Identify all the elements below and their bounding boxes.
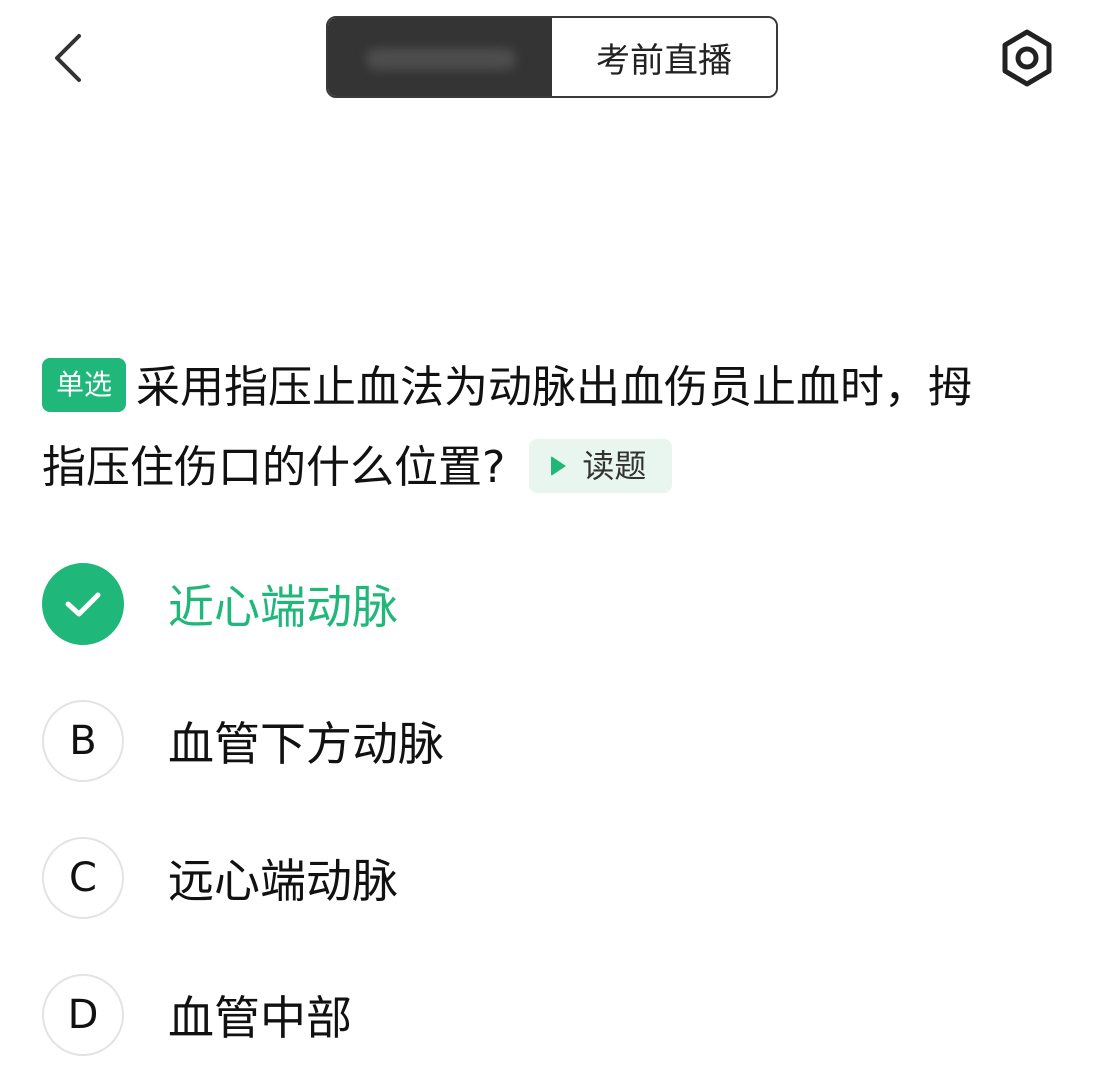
read-question-button[interactable]: 读题 [529, 439, 673, 493]
tab-obscured[interactable] [328, 18, 552, 96]
hexagon-nut-icon [1002, 29, 1052, 87]
check-icon [65, 592, 101, 617]
question-block: 单选 采用指压止血法为动脉出血伤员止血时，拇指压住伤口的什么位置? 读题 [42, 348, 1002, 508]
option-c[interactable]: C 远心端动脉 [42, 837, 398, 919]
blurred-text [366, 48, 516, 70]
option-a-marker [42, 563, 124, 645]
question-type-badge: 单选 [42, 358, 127, 412]
tab-live-stream-label: 考前直播 [596, 40, 732, 81]
option-b-marker: B [42, 700, 124, 782]
question-text: 采用指压止血法为动脉出血伤员止血时，拇指压住伤口的什么位置? [42, 362, 973, 493]
option-b[interactable]: B 血管下方动脉 [42, 700, 444, 782]
play-icon [551, 456, 567, 476]
read-question-label: 读题 [582, 447, 647, 485]
option-c-marker: C [42, 837, 124, 919]
settings-button[interactable] [996, 26, 1058, 90]
option-a[interactable]: 近心端动脉 [42, 563, 398, 645]
option-c-text: 远心端动脉 [168, 854, 398, 908]
option-d-marker: D [42, 974, 124, 1056]
option-a-text: 近心端动脉 [168, 580, 398, 634]
tab-live-stream[interactable]: 考前直播 [552, 18, 776, 96]
option-d[interactable]: D 血管中部 [42, 974, 352, 1056]
chevron-left-icon [55, 34, 81, 82]
mode-switch: 考前直播 [326, 16, 778, 98]
option-b-text: 血管下方动脉 [168, 717, 444, 771]
back-button[interactable] [40, 28, 96, 88]
option-d-text: 血管中部 [168, 991, 352, 1045]
